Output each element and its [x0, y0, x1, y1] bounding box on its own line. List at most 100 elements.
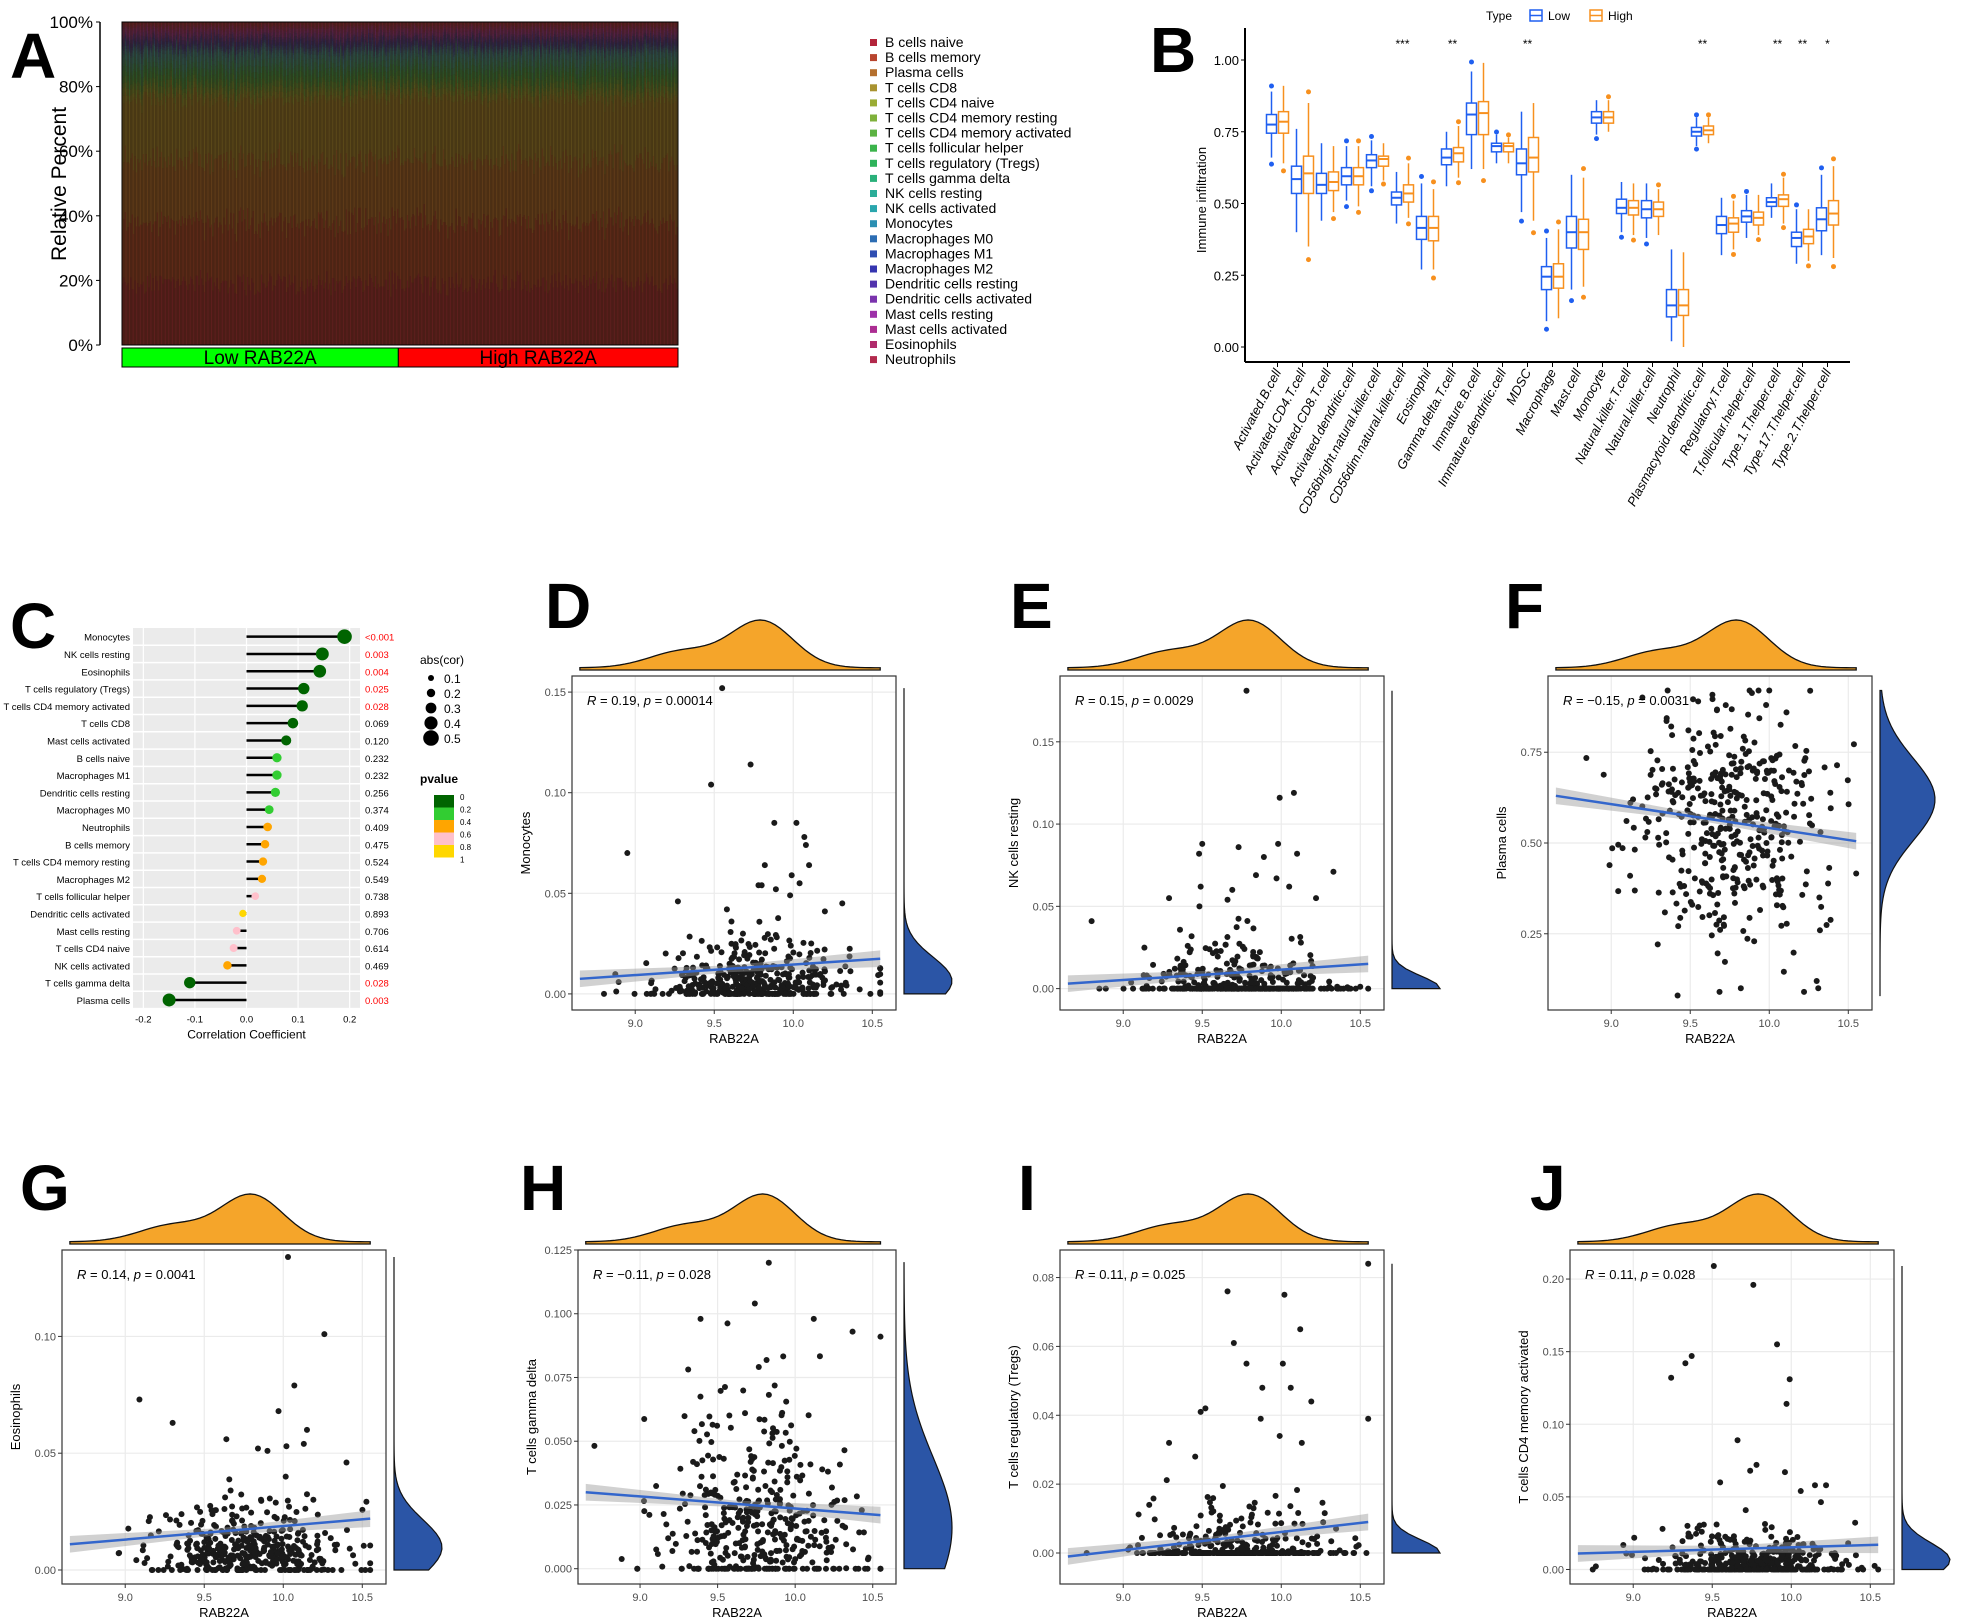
- bar-segment: [273, 152, 275, 219]
- bar-segment: [267, 231, 269, 282]
- bar-segment: [402, 288, 404, 345]
- bar-segment: [274, 91, 276, 99]
- stacked-bar: [248, 22, 250, 345]
- bar-segment: [406, 44, 408, 48]
- bar-segment: [337, 39, 339, 45]
- bar-segment: [337, 81, 339, 88]
- bar-segment: [219, 29, 221, 35]
- bar-segment: [208, 92, 210, 99]
- stacked-bar: [187, 22, 189, 345]
- bar-segment: [302, 51, 304, 54]
- bar-segment: [331, 46, 333, 49]
- bar-segment: [176, 43, 178, 48]
- bar-segment: [160, 50, 162, 59]
- bar-segment: [312, 50, 314, 55]
- bar-segment: [180, 36, 182, 41]
- bar-segment: [369, 72, 371, 80]
- bar-segment: [370, 53, 372, 58]
- bar-segment: [204, 45, 206, 50]
- bar-segment: [319, 89, 321, 96]
- stacked-bar: [331, 22, 333, 345]
- bar-segment: [322, 77, 324, 82]
- bar-segment: [202, 84, 204, 88]
- bar-segment: [177, 97, 179, 161]
- bar-segment: [418, 56, 420, 64]
- bar-segment: [286, 42, 288, 46]
- bar-segment: [376, 26, 378, 32]
- bar-segment: [344, 52, 346, 58]
- bar-segment: [172, 24, 174, 30]
- bar-segment: [217, 26, 219, 28]
- bar-segment: [390, 229, 392, 297]
- bar-segment: [292, 24, 295, 29]
- bar-segment: [223, 46, 225, 52]
- bar-segment: [155, 66, 157, 74]
- bar-segment: [191, 62, 193, 69]
- panel-letter-g: G: [20, 1152, 70, 1224]
- bar-segment: [224, 85, 226, 91]
- bar-segment: [263, 23, 265, 27]
- bar-segment: [287, 37, 289, 42]
- bar-segment: [153, 26, 156, 29]
- bar-segment: [149, 29, 151, 35]
- bar-segment: [401, 86, 403, 92]
- bar-segment: [368, 65, 370, 70]
- bar-segment: [412, 214, 414, 283]
- bar-segment: [323, 51, 325, 55]
- bar-segment: [178, 34, 181, 39]
- bar-segment: [298, 228, 300, 292]
- stacked-bar: [284, 22, 286, 345]
- bar-segment: [345, 22, 347, 27]
- bar-segment: [329, 61, 331, 68]
- bar-segment: [340, 220, 342, 281]
- bar-segment: [324, 81, 326, 89]
- bar-segment: [130, 55, 132, 58]
- bar-segment: [386, 29, 388, 33]
- bar-segment: [187, 33, 189, 36]
- bar-segment: [217, 92, 219, 97]
- bar-segment: [370, 74, 372, 78]
- bar-segment: [123, 70, 125, 78]
- bar-segment: [173, 74, 175, 80]
- bar-segment: [349, 51, 352, 56]
- bar-segment: [147, 45, 149, 48]
- bar-segment: [354, 22, 356, 26]
- bar-segment: [223, 51, 225, 53]
- bar-segment: [194, 28, 196, 33]
- bar-segment: [279, 47, 281, 51]
- bar-segment: [252, 38, 254, 43]
- bar-segment: [233, 82, 235, 89]
- bar-segment: [174, 171, 176, 235]
- bar-segment: [359, 90, 361, 98]
- bar-segment: [135, 60, 137, 65]
- bar-segment: [220, 56, 222, 61]
- bar-segment: [408, 50, 410, 57]
- bar-segment: [304, 38, 306, 43]
- bar-segment: [233, 283, 235, 345]
- bar-segment: [215, 61, 217, 67]
- bar-segment: [380, 286, 382, 345]
- bar-segment: [142, 29, 144, 33]
- bar-segment: [167, 93, 169, 99]
- bar-segment: [341, 106, 343, 175]
- bar-segment: [419, 98, 421, 159]
- stacked-bar: [329, 22, 331, 345]
- bar-segment: [217, 155, 219, 228]
- bar-segment: [126, 230, 128, 286]
- bar-segment: [273, 43, 275, 46]
- bar-segment: [208, 46, 210, 50]
- stacked-bar: [352, 22, 354, 345]
- bar-segment: [227, 28, 229, 34]
- bar-segment: [377, 57, 379, 61]
- bar-segment: [141, 44, 143, 50]
- bar-segment: [216, 57, 218, 66]
- bar-segment: [376, 67, 378, 73]
- bar-segment: [261, 54, 263, 60]
- bar-segment: [336, 215, 338, 282]
- bar-segment: [383, 39, 385, 45]
- stacked-bar: [263, 22, 265, 345]
- bar-segment: [337, 62, 339, 67]
- bar-segment: [409, 31, 411, 35]
- bar-segment: [297, 52, 299, 59]
- bar-segment: [135, 37, 137, 42]
